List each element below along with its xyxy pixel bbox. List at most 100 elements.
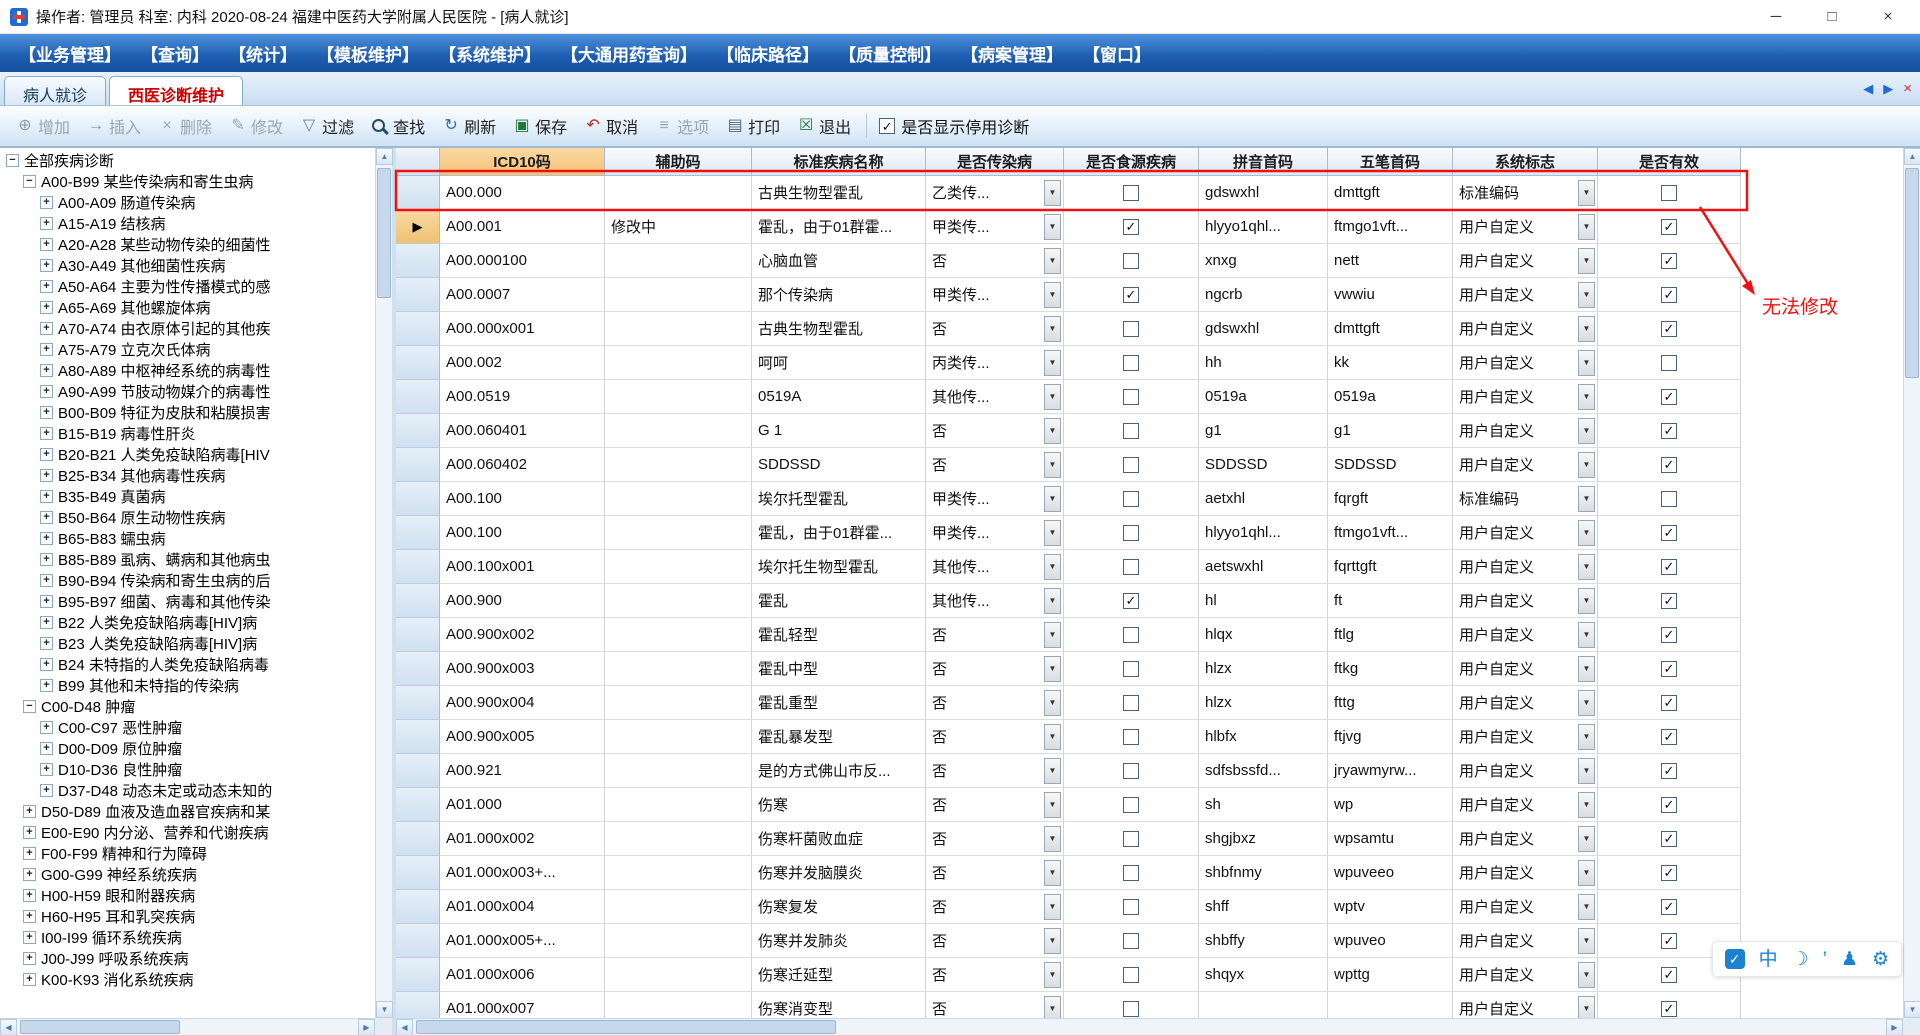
dropdown-arrow-icon[interactable]: ▼ (1044, 519, 1061, 546)
tree-vertical-scrollbar[interactable]: ▲ ▼ (375, 148, 393, 1018)
cell-infectious[interactable]: 否 ▼ (926, 652, 1064, 686)
foodborne-checkbox[interactable] (1123, 354, 1139, 371)
toolbar-button[interactable]: × 删除 (150, 108, 221, 144)
cell-disease-name[interactable]: 霍乱 (752, 584, 926, 618)
toolbar-button[interactable]: ▣ 保存 (505, 108, 576, 144)
cell-sysflag[interactable]: 用户自定义 ▼ (1453, 550, 1598, 584)
cell-icd10[interactable]: A00.0007 (440, 278, 605, 312)
cell-valid[interactable] (1598, 720, 1741, 754)
maximize-button[interactable]: □ (1804, 1, 1860, 33)
cell-foodborne[interactable] (1064, 414, 1199, 448)
foodborne-checkbox[interactable] (1123, 966, 1139, 983)
expand-icon[interactable]: + (40, 784, 53, 797)
tree-item[interactable]: + B35-B49 真菌病 (0, 486, 375, 507)
row-selector[interactable]: ▶ (396, 958, 440, 992)
toolbar-button[interactable]: ↶ 取消 (576, 108, 647, 144)
tree-item[interactable]: + B85-B89 虱病、螨病和其他病虫 (0, 549, 375, 570)
foodborne-checkbox[interactable] (1123, 218, 1139, 235)
dropdown-arrow-icon[interactable]: ▼ (1578, 587, 1595, 614)
cell-foodborne[interactable] (1064, 720, 1199, 754)
expand-icon[interactable]: + (40, 658, 53, 671)
cell-aux-code[interactable] (605, 244, 752, 278)
cell-sysflag[interactable]: 用户自定义 ▼ (1453, 958, 1598, 992)
foodborne-checkbox[interactable] (1123, 388, 1139, 405)
tree-hscroll-thumb[interactable] (20, 1020, 180, 1034)
foodborne-checkbox[interactable] (1123, 932, 1139, 949)
dropdown-arrow-icon[interactable]: ▼ (1578, 859, 1595, 886)
cell-wubi[interactable]: nett (1328, 244, 1453, 278)
valid-checkbox[interactable] (1661, 218, 1677, 235)
expand-icon[interactable]: + (23, 973, 36, 986)
table-row[interactable]: ▶ A01.000x002 伤寒杆菌败血症 否 ▼ shgjbxz wpsamt… (396, 822, 1903, 856)
tree-item[interactable]: + H00-H59 眼和附器疾病 (0, 885, 375, 906)
cell-foodborne[interactable] (1064, 992, 1199, 1018)
row-selector[interactable]: ▶ (396, 482, 440, 516)
cell-infectious[interactable]: 否 ▼ (926, 924, 1064, 958)
valid-checkbox[interactable] (1661, 694, 1677, 711)
cell-aux-code[interactable] (605, 856, 752, 890)
cell-wubi[interactable]: wptv (1328, 890, 1453, 924)
cell-pinyin[interactable]: hh (1199, 346, 1328, 380)
toolbar-button[interactable]: → 插入 (79, 108, 150, 144)
grid-vscroll-thumb[interactable] (1905, 168, 1919, 378)
cell-aux-code[interactable] (605, 584, 752, 618)
valid-checkbox[interactable] (1661, 286, 1677, 303)
cell-infectious[interactable]: 甲类传... ▼ (926, 482, 1064, 516)
table-row[interactable]: ▶ A00.001 修改中 霍乱，由于01群霍... 甲类传... ▼ hlyy… (396, 210, 1903, 244)
cell-foodborne[interactable] (1064, 550, 1199, 584)
dropdown-arrow-icon[interactable]: ▼ (1044, 383, 1061, 410)
cell-icd10[interactable]: A00.100 (440, 482, 605, 516)
tree-item[interactable]: + G00-G99 神经系统疾病 (0, 864, 375, 885)
expand-icon[interactable]: + (40, 469, 53, 482)
cell-aux-code[interactable] (605, 414, 752, 448)
table-row[interactable]: ▶ A00.900x002 霍乱轻型 否 ▼ hlqx ftlg 用户自定义 ▼ (396, 618, 1903, 652)
foodborne-checkbox[interactable] (1123, 558, 1139, 575)
cell-aux-code[interactable] (605, 448, 752, 482)
cell-wubi[interactable]: dmttgft (1328, 176, 1453, 210)
foodborne-checkbox[interactable] (1123, 456, 1139, 473)
cell-pinyin[interactable]: shqyx (1199, 958, 1328, 992)
dropdown-arrow-icon[interactable]: ▼ (1578, 213, 1595, 240)
table-row[interactable]: ▶ A00.060402 SDDSSD 否 ▼ SDDSSD SDDSSD 用户… (396, 448, 1903, 482)
scroll-left-icon[interactable]: ◀ (0, 1019, 17, 1035)
expand-icon[interactable]: + (40, 385, 53, 398)
expand-icon[interactable]: + (23, 826, 36, 839)
cell-aux-code[interactable] (605, 346, 752, 380)
cell-disease-name[interactable]: 霍乱轻型 (752, 618, 926, 652)
cell-foodborne[interactable] (1064, 380, 1199, 414)
foodborne-checkbox[interactable] (1123, 694, 1139, 711)
cell-pinyin[interactable]: shff (1199, 890, 1328, 924)
cell-disease-name[interactable]: 伤寒复发 (752, 890, 926, 924)
dropdown-arrow-icon[interactable]: ▼ (1044, 723, 1061, 750)
valid-checkbox[interactable] (1661, 660, 1677, 677)
cell-wubi[interactable]: wpsamtu (1328, 822, 1453, 856)
expand-icon[interactable]: + (40, 280, 53, 293)
expand-icon[interactable]: + (40, 595, 53, 608)
cell-infectious[interactable]: 否 ▼ (926, 992, 1064, 1018)
dropdown-arrow-icon[interactable]: ▼ (1044, 281, 1061, 308)
cell-icd10[interactable]: A00.000x001 (440, 312, 605, 346)
dropdown-arrow-icon[interactable]: ▼ (1044, 315, 1061, 342)
tree-item[interactable]: + B00-B09 特征为皮肤和粘膜损害 (0, 402, 375, 423)
tree-item[interactable]: + B15-B19 病毒性肝炎 (0, 423, 375, 444)
cell-wubi[interactable]: SDDSSD (1328, 448, 1453, 482)
cell-wubi[interactable]: jryawmyrw... (1328, 754, 1453, 788)
cell-infectious[interactable]: 其他传... ▼ (926, 550, 1064, 584)
cell-valid[interactable] (1598, 618, 1741, 652)
dropdown-arrow-icon[interactable]: ▼ (1578, 349, 1595, 376)
show-disabled-diagnosis-toggle[interactable]: 是否显示停用诊断 (879, 114, 1029, 138)
cell-pinyin[interactable]: SDDSSD (1199, 448, 1328, 482)
cell-sysflag[interactable]: 用户自定义 ▼ (1453, 856, 1598, 890)
cell-foodborne[interactable] (1064, 652, 1199, 686)
cell-valid[interactable] (1598, 482, 1741, 516)
cell-valid[interactable] (1598, 278, 1741, 312)
row-selector[interactable]: ▶ (396, 244, 440, 278)
row-selector[interactable]: ▶ (396, 312, 440, 346)
dropdown-arrow-icon[interactable]: ▼ (1578, 451, 1595, 478)
grid-vertical-scrollbar[interactable]: ▲ ▼ (1903, 148, 1920, 1018)
cell-disease-name[interactable]: 古典生物型霍乱 (752, 176, 926, 210)
toolbar-button[interactable]: ⊕ 增加 (8, 108, 79, 144)
tree-horizontal-scrollbar[interactable]: ◀ ▶ (0, 1018, 375, 1035)
tree-item[interactable]: + B23 人类免疫缺陷病毒[HIV]病 (0, 633, 375, 654)
dropdown-arrow-icon[interactable]: ▼ (1044, 451, 1061, 478)
